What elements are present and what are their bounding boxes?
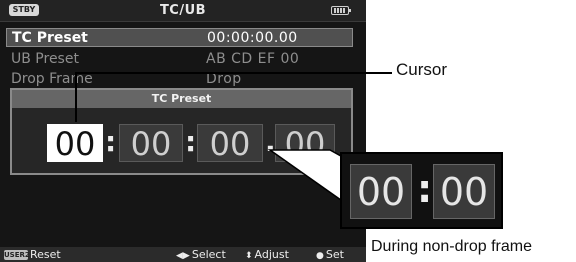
cursor-leader-line bbox=[75, 72, 392, 122]
inset-seconds-field: 00 bbox=[350, 164, 412, 219]
inset-frames-field: 00 bbox=[433, 164, 495, 219]
inset-separator: : bbox=[417, 167, 433, 211]
non-drop-frame-inset: 00 : 00 bbox=[340, 152, 503, 229]
cursor-callout-label: Cursor bbox=[396, 60, 448, 79]
zoom-wedge bbox=[267, 149, 349, 207]
non-drop-frame-caption: During non-drop frame bbox=[371, 238, 532, 255]
